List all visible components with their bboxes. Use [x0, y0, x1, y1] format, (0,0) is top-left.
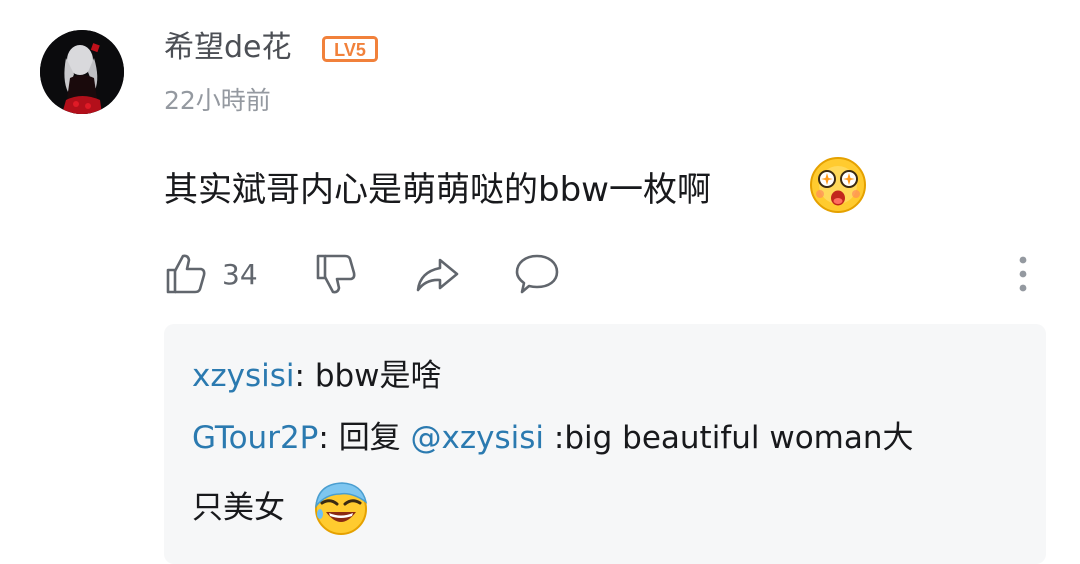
comment-text: 其实斌哥内心是萌萌哒的bbw一枚啊: [164, 170, 711, 210]
dislike-button[interactable]: [314, 252, 358, 296]
amazed-face-emoji: [808, 154, 868, 214]
reply-text: bbw是啥: [314, 358, 442, 394]
thumbs-down-icon: [316, 254, 356, 294]
more-vertical-icon: [1019, 256, 1027, 292]
share-icon: [416, 258, 459, 292]
like-count: 34: [222, 257, 258, 291]
reply-text-continued: 只美女: [192, 490, 285, 526]
more-options-button[interactable]: [1010, 252, 1036, 296]
share-button[interactable]: [414, 252, 460, 296]
level-badge-text: LV5: [334, 40, 366, 60]
reply-separator: :: [294, 358, 315, 394]
level-badge: LV5: [322, 36, 378, 62]
reply-item-1[interactable]: xzysisi: bbw是啥: [192, 354, 442, 398]
laughing-face-emoji: [312, 478, 370, 536]
reply-button[interactable]: [514, 252, 560, 296]
reply-prefix: 回复: [338, 420, 411, 456]
reply-mention[interactable]: @xzysisi: [411, 420, 545, 456]
reply-username[interactable]: GTour2P: [192, 420, 318, 456]
reply-item-2[interactable]: GTour2P: 回复 @xzysisi :big beautiful woma…: [192, 416, 914, 460]
avatar[interactable]: [40, 30, 124, 114]
comment-bubble-icon: [515, 254, 559, 294]
like-button[interactable]: 34: [164, 252, 258, 296]
reply-text: :big beautiful woman大: [544, 420, 914, 456]
comment-timestamp: 22小時前: [164, 86, 271, 115]
avatar-image: [40, 30, 124, 114]
thumbs-up-icon: [166, 254, 206, 294]
reply-username[interactable]: xzysisi: [192, 358, 295, 394]
comment-username[interactable]: 希望de花: [164, 28, 292, 68]
reply-separator: :: [318, 420, 339, 456]
